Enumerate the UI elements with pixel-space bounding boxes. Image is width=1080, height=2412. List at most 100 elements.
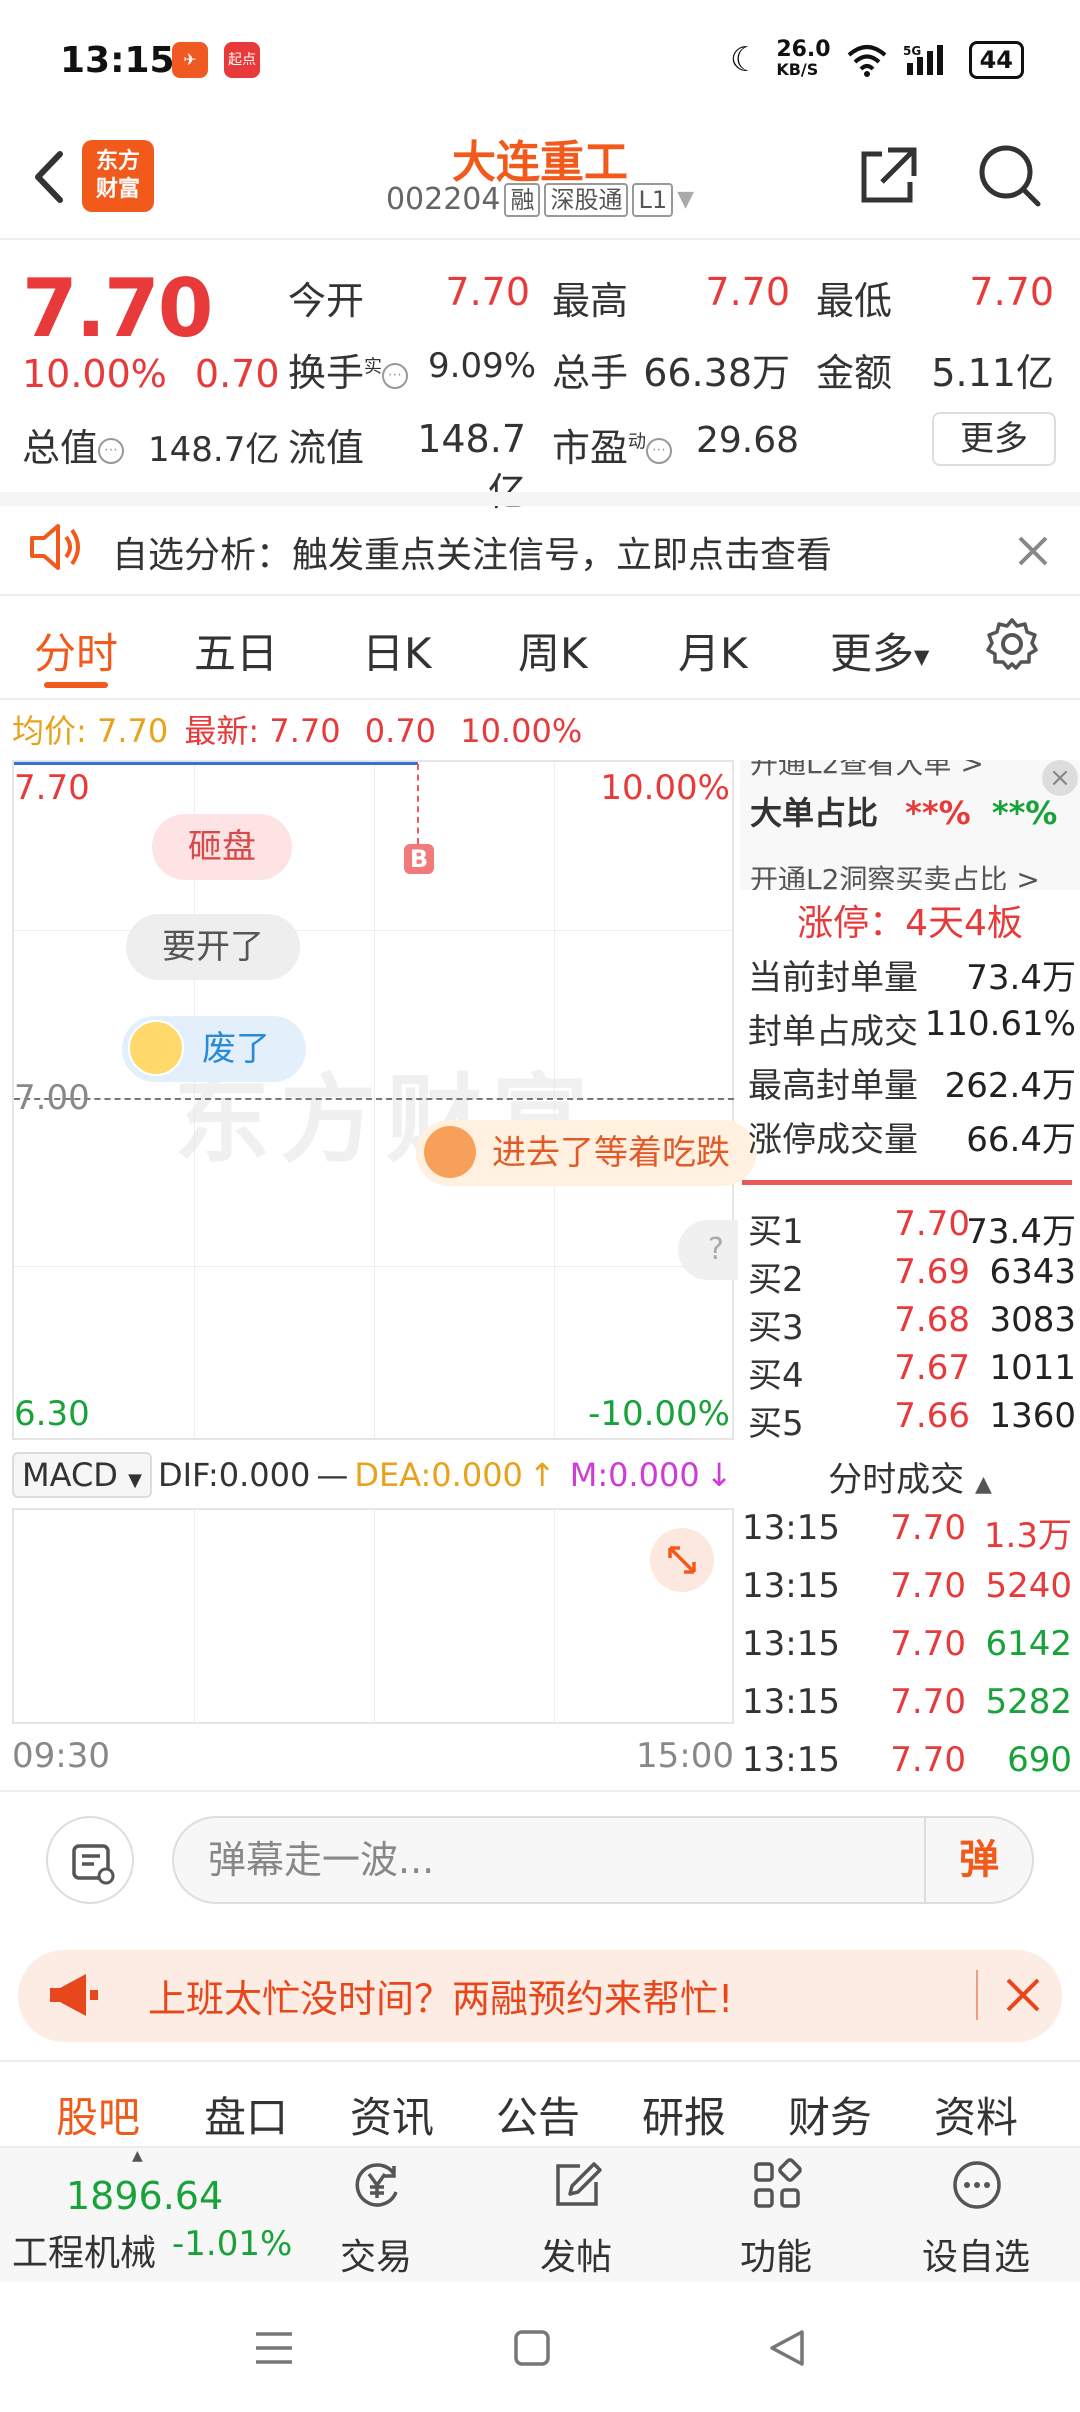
bid-row: 买1 7.70 73.4万 [748, 1204, 1076, 1252]
l2-bottom-link[interactable]: 开通L2洞察买卖占比 > [750, 858, 1040, 890]
danmu-bubble[interactable]: 砸盘 [152, 814, 292, 880]
danmu-bubble[interactable]: 废了 [122, 1016, 306, 1082]
down-arrow-icon: ↓ [705, 1456, 733, 1494]
low-label: 最低 [816, 279, 893, 323]
tab-profile[interactable]: 资料 [934, 2084, 1018, 2145]
tab-news[interactable]: 资讯 [350, 2084, 434, 2145]
buy-marker[interactable]: B [404, 844, 434, 874]
tab-monthly-k[interactable]: 月K [678, 620, 748, 681]
close-icon[interactable] [1004, 1976, 1042, 2014]
eye-icon[interactable]: ⋯ [382, 362, 409, 389]
danmu-send-button[interactable]: 弹 [924, 1818, 1032, 1902]
seal-row: 涨停成交量 66.4万 [748, 1120, 1076, 1160]
tab-weekly-k[interactable]: 周K [518, 620, 588, 681]
indicator-selector[interactable]: MACD ▼ [12, 1452, 152, 1498]
quote-panel: 7.70 10.00% 0.70 总值 ⋯ 148.7亿 今开 7.70 最高 7.… [0, 242, 1080, 514]
macd-m: M:0.000 [569, 1456, 700, 1494]
l2-promo[interactable]: 开通L2查看大单 > 大单占比 **% **% 开通L2洞察买卖占比 > × [740, 760, 1080, 890]
tab-more[interactable]: 更多▼ [830, 620, 929, 681]
bid-row: 买3 7.68 3083 [748, 1300, 1076, 1348]
danmu-bubble[interactable]: 进去了等着吃跌 [416, 1120, 756, 1186]
more-circle-icon [953, 2161, 1001, 2209]
battery-icon: 44 [968, 41, 1024, 79]
sort-up-icon: ▲ [974, 1472, 992, 1497]
macd-chart[interactable] [12, 1508, 734, 1724]
tab-handicap[interactable]: 盘口 [204, 2084, 288, 2145]
intraday-chart[interactable]: 东方财富 B 7.70 10.00% 7.00 6.30 -10.00% 砸盘 … [12, 760, 756, 1440]
low-value: 7.70 [969, 270, 1054, 314]
content-tabs: 股吧 盘口 资讯 公告 研报 财务 资料 [0, 2060, 1080, 2144]
search-icon[interactable] [974, 142, 1044, 212]
trade-button[interactable]: 交易 [296, 2148, 456, 2284]
buy-marker-line [417, 764, 419, 844]
stock-code: 002204 [385, 182, 501, 217]
status-icons: ☾ 26.0 KB/S 5G 44 [730, 39, 1024, 80]
y-axis-mid: 7.00 [14, 1078, 90, 1118]
divider [742, 1180, 1072, 1185]
pe-value: 29.68 [696, 420, 800, 461]
tab-forum[interactable]: 股吧 [56, 2084, 140, 2145]
big-order-row: 大单占比 **% **% [750, 794, 1058, 832]
danmu-bubble[interactable]: 要开了 [126, 914, 300, 980]
y-axis-top: 7.70 [14, 768, 90, 808]
stock-header: 东方 财富 大连重工 002204 融 深股通 L1 ▼ [0, 120, 1080, 240]
amount-value: 5.11亿 [931, 351, 1054, 395]
close-icon[interactable]: × [1042, 760, 1078, 796]
float-cap-label: 流值 [288, 426, 365, 470]
tab-announcements[interactable]: 公告 [496, 2084, 580, 2145]
market-cap-label: 总值 ⋯ [22, 417, 125, 472]
eye-icon[interactable]: ⋯ [646, 437, 673, 464]
change-percent: 10.00% [22, 352, 167, 396]
tab-five-day[interactable]: 五日 [194, 620, 278, 681]
tab-daily-k[interactable]: 日K [362, 620, 432, 681]
macd-dea: DEA:0.000 [354, 1456, 523, 1494]
sector-index[interactable]: ▲ 1896.64 工程机械 -1.01% [0, 2148, 300, 2284]
pct-axis-bottom: -10.00% [588, 1394, 730, 1434]
connect-tag: 深股通 [544, 182, 629, 217]
order-book-panel: 开通L2查看大单 > 大单占比 **% **% 开通L2洞察买卖占比 > × 涨… [740, 760, 1080, 1450]
back-triangle-icon[interactable] [766, 2326, 808, 2370]
trades-header[interactable]: 分时成交 ▲ [740, 1452, 1080, 1501]
trade-row: 13:15 7.70 5282 [742, 1682, 1072, 1722]
menu-icon[interactable] [252, 2328, 296, 2368]
megaphone-icon [50, 1974, 98, 2016]
up-arrow-icon: ↑ [528, 1456, 556, 1494]
chart-tabs: 分时 五日 日K 周K 月K 更多▼ [0, 600, 1080, 700]
change-amount: 0.70 [194, 352, 280, 396]
margin-promo-banner[interactable]: 上班太忙没时间？两融预约来帮忙! [18, 1950, 1062, 2042]
volume-value: 66.38万 [643, 351, 790, 395]
avg-label: 均价: [12, 712, 87, 750]
avatar [128, 1020, 184, 1076]
trade-row: 13:15 7.70 690 [742, 1740, 1072, 1780]
prev-close-line [14, 1098, 734, 1100]
close-icon[interactable] [1016, 534, 1050, 568]
tab-financials[interactable]: 财务 [788, 2084, 872, 2145]
pct-axis-top: 10.00% [600, 768, 730, 808]
x-axis-end: 15:00 [636, 1736, 734, 1776]
eye-icon[interactable]: ⋯ [98, 437, 125, 464]
home-icon[interactable] [512, 2328, 552, 2368]
functions-button[interactable]: 功能 [696, 2148, 856, 2284]
l2-top-link[interactable]: 开通L2查看大单 > [750, 760, 984, 782]
tab-research[interactable]: 研报 [642, 2084, 726, 2145]
settings-gear-icon[interactable] [984, 616, 1040, 672]
danmu-input[interactable]: 弹幕走一波... 弹 [172, 1816, 1034, 1904]
help-icon[interactable]: ? [678, 1220, 738, 1280]
x-axis-start: 09:30 [12, 1736, 110, 1776]
add-watchlist-button[interactable]: 设自选 [896, 2148, 1056, 2284]
bid-row: 买2 7.69 6343 [748, 1252, 1076, 1300]
danmu-settings-icon[interactable] [46, 1816, 134, 1904]
signal-icon: 5G [903, 44, 943, 75]
share-icon[interactable] [852, 142, 922, 212]
tab-intraday[interactable]: 分时 [34, 620, 118, 681]
yen-icon [355, 2163, 398, 2207]
notification-app-icon-2: 起点 [224, 42, 260, 78]
expand-icon[interactable] [650, 1528, 714, 1592]
post-button[interactable]: 发帖 [496, 2148, 656, 2284]
analysis-notice[interactable]: 自选分析：触发重点关注信号，立即点击查看 [0, 492, 1080, 596]
turnover-value: 9.09% [428, 346, 537, 386]
price-line [14, 762, 418, 765]
more-button[interactable]: 更多 [932, 412, 1056, 466]
intraday-summary: 均价: 7.70 最新: 7.70 0.70 10.00% [12, 706, 582, 752]
notification-app-icon: ✈ [172, 42, 208, 78]
